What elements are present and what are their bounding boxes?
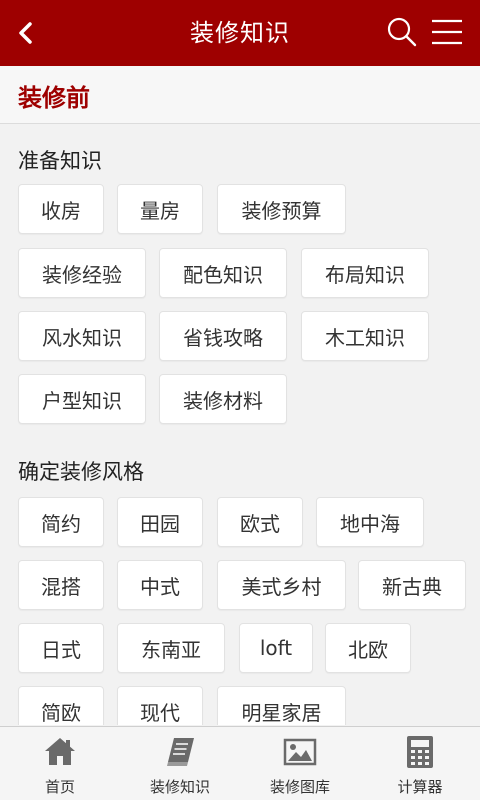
tab-knowledge[interactable]: 装修知识 [120,727,240,800]
tag-button[interactable]: 中式 [117,560,203,610]
tag-button[interactable]: 户型知识 [18,374,146,424]
tab-label: 首页 [44,778,75,796]
section-title: 装修前 [18,84,90,112]
tab-calculator[interactable]: 计算器 [360,727,480,800]
tag-button[interactable]: loft [239,623,313,673]
tab-label: 计算器 [397,778,443,796]
tag-button[interactable]: 装修预算 [217,184,346,234]
tag-button[interactable]: 美式乡村 [217,560,346,610]
tag-button[interactable]: 木工知识 [301,311,429,361]
group-title-style: 确定装修风格 [18,460,144,484]
tag-button[interactable]: 简欧 [18,686,104,725]
book-icon [167,738,194,766]
calculator-icon [407,736,433,768]
tag-button[interactable]: 东南亚 [117,623,225,673]
tag-button[interactable]: 日式 [18,623,104,673]
tag-content: 准备知识 收房 量房 装修预算 装修经验 配色知识 布局知识 风水知识 省钱攻略… [0,125,480,725]
section-header: 装修前 [0,66,480,124]
tag-button[interactable]: 省钱攻略 [159,311,287,361]
group-title-prepare: 准备知识 [18,149,102,173]
tag-button[interactable]: 布局知识 [301,248,429,298]
tag-button[interactable]: 配色知识 [159,248,287,298]
menu-icon[interactable] [430,17,464,47]
app: 装修知识 装修前 准备知识 收房 量房 装修预算 装修经验 配色知识 布局知识 … [0,0,480,800]
home-icon [45,738,75,765]
tab-label: 装修图库 [269,778,330,796]
tag-button[interactable]: 装修材料 [159,374,287,424]
tag-button[interactable]: 现代 [117,686,203,725]
tab-gallery[interactable]: 装修图库 [240,727,360,800]
tab-home[interactable]: 首页 [0,727,120,800]
tag-button[interactable]: 量房 [117,184,203,234]
tag-button[interactable]: 北欧 [325,623,411,673]
tab-label: 装修知识 [149,778,210,796]
bottom-tab-bar: 首页 装修知识 装修图库 计算器 [0,726,480,800]
tag-button[interactable]: 新古典 [358,560,466,610]
tag-button[interactable]: 风水知识 [18,311,146,361]
tag-button[interactable]: 田园 [117,497,203,547]
tag-button[interactable]: 收房 [18,184,104,234]
tag-button[interactable]: 欧式 [217,497,303,547]
tag-button[interactable]: 简约 [18,497,104,547]
image-icon [283,738,317,766]
tag-button[interactable]: 地中海 [316,497,424,547]
search-icon[interactable] [385,15,419,49]
tag-button[interactable]: 明星家居 [217,686,346,725]
tag-button[interactable]: 混搭 [18,560,104,610]
tag-button[interactable]: 装修经验 [18,248,146,298]
top-bar: 装修知识 [0,0,480,66]
